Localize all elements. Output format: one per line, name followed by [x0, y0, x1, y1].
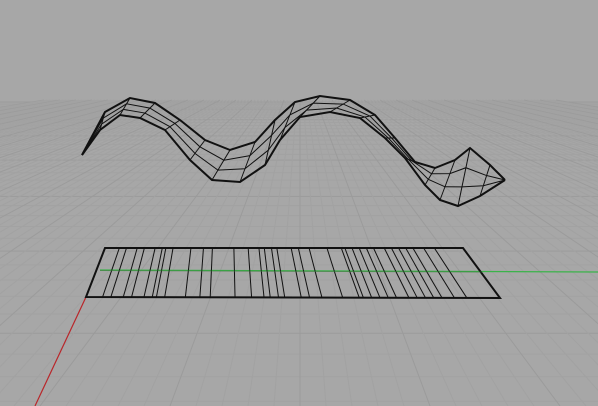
- viewport-background: [0, 0, 598, 406]
- perspective-viewport[interactable]: [0, 0, 598, 406]
- viewport-canvas[interactable]: [0, 0, 598, 406]
